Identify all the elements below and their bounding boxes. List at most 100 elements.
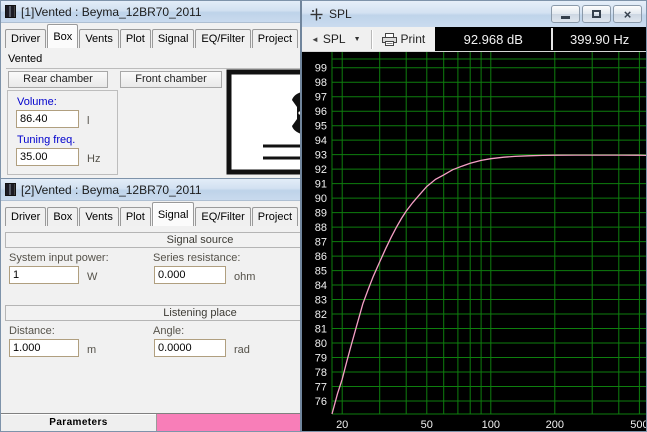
svg-text:81: 81 [315,324,327,336]
toolbar-separator [370,29,372,49]
spl-window-title: SPL [329,7,352,21]
minimize-button[interactable] [551,5,580,23]
tab-vents[interactable]: Vents [79,29,119,48]
svg-text:87: 87 [315,237,327,249]
svg-text:84: 84 [315,280,327,292]
tab-signal[interactable]: Signal [151,202,195,226]
front-chamber-button[interactable]: Front chamber [120,71,222,88]
tuning-freq-input[interactable] [16,148,79,166]
series-resistance-label: Series resistance: [153,252,241,264]
distance-label: Distance: [9,325,55,337]
tab-project[interactable]: Project [251,29,299,48]
svg-text:79: 79 [315,353,327,365]
series-resistance-field[interactable] [154,266,226,284]
svg-text:82: 82 [315,309,327,321]
print-button[interactable]: Print [376,29,432,50]
box-type-caption: Vented [6,52,301,69]
svg-text:100: 100 [482,419,500,431]
parameters-statusbar: Parameters [1,413,301,431]
tab-eqfilter[interactable]: EQ/Filter [195,29,251,48]
dropdown-arrow-icon: ▼ [353,35,361,43]
tab-driver[interactable]: Driver [5,29,47,48]
svg-text:93: 93 [315,150,327,162]
tab-driver[interactable]: Driver [5,207,47,226]
svg-text:89: 89 [315,208,327,220]
crosshair-plot-icon [310,8,323,20]
project-window-2: [2]Vented : Beyma_12BR70_2011 Driver Box… [0,178,302,432]
project-window-icon [5,183,16,196]
tuning-freq-label: Tuning freq. [17,134,76,146]
project-window-1: [1]Vented : Beyma_12BR70_2011 Driver Box… [0,0,302,179]
distance-unit: m [87,344,97,356]
rear-chamber-button[interactable]: Rear chamber [8,71,108,88]
tab-box[interactable]: Box [47,207,79,226]
distance-field[interactable] [9,339,79,357]
frequency-readout: 399.90 Hz [569,31,630,47]
curve-type-label: SPL [322,32,346,46]
svg-text:500: 500 [630,419,647,431]
tab-box[interactable]: Box [47,24,79,48]
printer-icon [381,32,397,46]
volume-unit: l [87,115,90,127]
spl-titlebar[interactable]: SPL × [302,1,646,27]
window1-tabbar: Driver Box Vents Plot Signal EQ/Filter P… [1,23,301,48]
signal-tab-content: Signal source System input power: W Seri… [1,226,301,431]
maximize-icon [592,10,601,18]
svg-text:88: 88 [315,222,327,234]
window2-tabbar: Driver Box Vents Plot Signal EQ/Filter P… [1,201,301,226]
svg-text:99: 99 [315,63,327,75]
collapse-arrow-icon: ◄ [311,34,319,44]
input-power-label: System input power: [9,252,109,264]
volume-input[interactable] [16,110,79,128]
rear-chamber-panel: Volume: l Tuning freq. Hz [7,90,118,175]
angle-label: Angle: [153,325,185,337]
curve-type-dropdown[interactable]: ◄ SPL ▼ [305,29,367,50]
svg-text:96: 96 [315,106,327,118]
vented-box-diagram [226,69,301,175]
svg-text:76: 76 [315,396,327,408]
svg-text:94: 94 [315,135,327,147]
cursor-readouts: 92.968 dB 399.90 Hz [435,27,646,51]
angle-unit: rad [234,344,250,356]
tab-eqfilter[interactable]: EQ/Filter [195,207,251,226]
close-button[interactable]: × [613,5,642,23]
input-power-unit: W [87,271,98,283]
svg-text:50: 50 [421,419,433,431]
tab-project[interactable]: Project [251,207,299,226]
parameters-button[interactable]: Parameters [1,414,157,431]
svg-text:91: 91 [315,179,327,191]
svg-text:77: 77 [315,382,327,394]
print-label: Print [400,32,426,46]
svg-text:85: 85 [315,266,327,278]
tab-signal[interactable]: Signal [151,29,195,48]
series-resistance-unit: ohm [234,271,256,283]
svg-text:80: 80 [315,338,327,350]
window1-title: [1]Vented : Beyma_12BR70_2011 [21,4,202,19]
svg-text:98: 98 [315,77,327,89]
volume-label: Volume: [17,96,57,108]
svg-text:90: 90 [315,193,327,205]
spl-frequency-response-chart[interactable]: 76 77 78 79 80 81 82 83 84 85 86 87 88 89 90 91 92 93 94 95… [302,52,647,432]
box-tab-content: Vented Rear chamber Front chamber Volume… [1,48,301,178]
svg-text:200: 200 [546,419,564,431]
svg-text:78: 78 [315,367,327,379]
angle-field[interactable] [154,339,226,357]
window2-titlebar[interactable]: [2]Vented : Beyma_12BR70_2011 [1,179,301,201]
minimize-icon [561,16,570,19]
window2-title: [2]Vented : Beyma_12BR70_2011 [21,182,202,197]
svg-text:95: 95 [315,121,327,133]
svg-text:92: 92 [315,164,327,176]
tab-vents[interactable]: Vents [79,207,119,226]
tab-plot[interactable]: Plot [119,29,151,48]
signal-source-header: Signal source [5,232,301,248]
project-window-icon [5,5,16,18]
close-icon: × [623,6,632,22]
svg-text:20: 20 [336,419,348,431]
svg-text:97: 97 [315,92,327,104]
input-power-field[interactable] [9,266,79,284]
window1-titlebar[interactable]: [1]Vented : Beyma_12BR70_2011 [1,1,301,23]
maximize-button[interactable] [582,5,611,23]
tab-plot[interactable]: Plot [119,207,151,226]
tuning-freq-unit: Hz [87,153,101,165]
spl-toolbar: ◄ SPL ▼ Print 92.968 dB 399.90 Hz [302,27,646,52]
